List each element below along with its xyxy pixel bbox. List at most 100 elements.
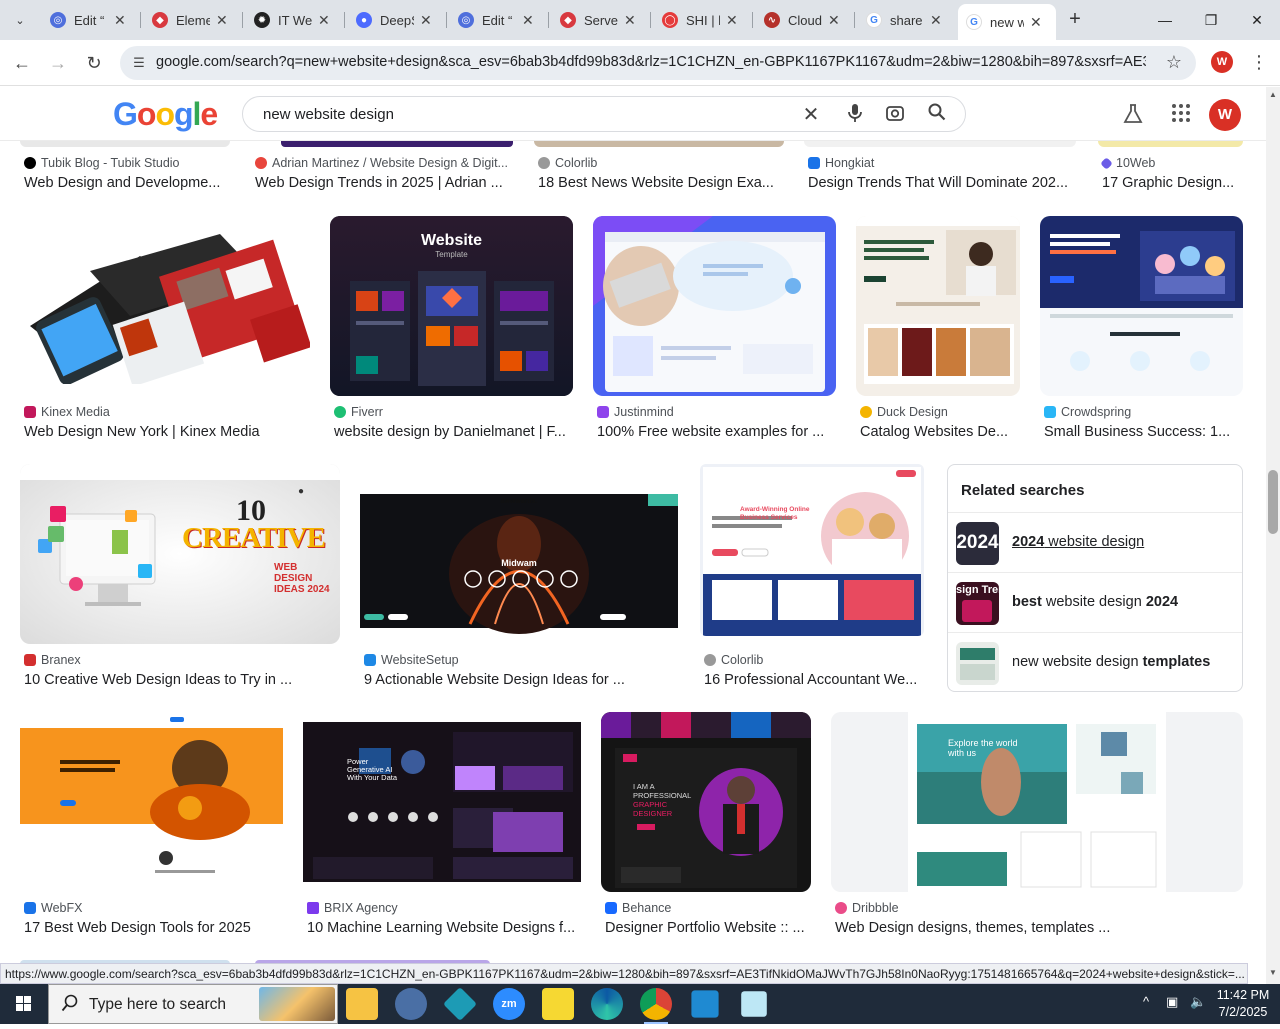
image-result[interactable]: Hongkiat Design Trends That Will Dominat… — [804, 141, 1076, 196]
image-result[interactable]: Website Template Fiverr website design b… — [330, 216, 573, 446]
result-title[interactable]: 18 Best News Website Design Exa... — [538, 175, 783, 191]
image-result[interactable]: Adrian Martinez / Website Design & Digit… — [251, 141, 513, 196]
clear-search-icon[interactable]: ✕ — [799, 103, 823, 127]
scrollbar-thumb[interactable] — [1268, 470, 1278, 534]
result-thumbnail[interactable]: 10 CREATIVE WEB DESIGN IDEAS 2024 ● — [20, 464, 340, 644]
notepad-icon[interactable] — [741, 991, 767, 1017]
tray-chevron-up-icon[interactable]: ^ — [1143, 994, 1149, 1009]
close-icon[interactable]: ✕ — [216, 12, 228, 29]
result-title[interactable]: Designer Portfolio Website :: ... — [605, 920, 810, 936]
app-diamond-icon[interactable] — [443, 987, 477, 1021]
site-info-icon[interactable]: ☰ — [130, 54, 148, 72]
result-thumbnail[interactable] — [1040, 216, 1243, 396]
file-explorer-icon[interactable] — [346, 988, 378, 1020]
result-title[interactable]: website design by Danielmanet | F... — [334, 424, 574, 440]
image-result[interactable]: Justinmind 100% Free website examples fo… — [593, 216, 836, 446]
result-thumbnail[interactable]: I AM A PROFESSIONAL GRAPHIC DESIGNER — [601, 712, 811, 892]
bookmark-star-icon[interactable]: ☆ — [1166, 52, 1182, 73]
apps-grid-icon[interactable] — [1169, 103, 1193, 127]
browser-profile-avatar[interactable]: W — [1211, 51, 1233, 73]
image-result[interactable]: I AM A PROFESSIONAL GRAPHIC DESIGNER Beha… — [601, 712, 811, 942]
image-result[interactable]: Crowdspring Small Business Success: 1... — [1040, 216, 1243, 446]
result-title[interactable]: Web Design Trends in 2025 | Adrian ... — [255, 175, 510, 191]
search-input[interactable]: new website design — [263, 106, 394, 123]
image-result[interactable]: Colorlib 18 Best News Website Design Exa… — [534, 141, 784, 196]
taskbar-search-box[interactable]: Type here to search — [48, 984, 338, 1024]
search-box[interactable]: new website design ✕ — [242, 96, 966, 132]
browser-tab[interactable]: ◆ Serve ✕ — [552, 6, 644, 34]
related-search-item[interactable]: new website design templates — [948, 632, 1242, 692]
image-result[interactable]: Tubik Blog - Tubik Studio Web Design and… — [20, 141, 230, 196]
chrome-icon[interactable] — [640, 988, 672, 1024]
page-scrollbar[interactable] — [1266, 87, 1280, 984]
browser-tab-active[interactable]: G new w ✕ — [958, 4, 1056, 40]
forward-button[interactable]: → — [45, 50, 71, 76]
address-bar[interactable]: ☰ google.com/search?q=new+website+design… — [120, 46, 1196, 80]
image-result[interactable]: Award-Winning Online Business Services C… — [700, 464, 924, 694]
browser-tab[interactable]: ✹ IT We ✕ — [246, 6, 338, 34]
lens-camera-icon[interactable] — [883, 103, 907, 127]
result-thumbnail[interactable] — [856, 216, 1020, 396]
sticky-notes-icon[interactable] — [542, 988, 574, 1020]
close-icon[interactable]: ✕ — [624, 12, 636, 29]
result-title[interactable]: Web Design New York | Kinex Media — [24, 424, 309, 440]
labs-flask-icon[interactable] — [1121, 103, 1145, 127]
result-thumbnail[interactable] — [20, 712, 283, 892]
image-result[interactable]: awwwards. Midwam WebsiteSetup 9 Actionab… — [360, 464, 678, 694]
related-search-item[interactable]: 2024 2024 website design — [948, 512, 1242, 572]
browser-menu-icon[interactable]: ⋮ — [1250, 52, 1268, 73]
result-title[interactable]: 10 Machine Learning Website Designs f... — [307, 920, 582, 936]
result-title[interactable]: Small Business Success: 1... — [1044, 424, 1244, 440]
edge-icon[interactable] — [591, 988, 623, 1020]
vscode-icon[interactable] — [691, 990, 719, 1018]
restore-button[interactable]: ❐ — [1196, 8, 1226, 32]
close-icon[interactable]: ✕ — [114, 12, 126, 29]
image-result[interactable]: 10Web 17 Graphic Design... — [1098, 141, 1243, 196]
result-title[interactable]: Catalog Websites De... — [860, 424, 1020, 440]
new-tab-button[interactable]: + — [1064, 8, 1086, 30]
volume-icon[interactable]: 🔈 — [1190, 994, 1206, 1010]
result-title[interactable]: 100% Free website examples for ... — [597, 424, 837, 440]
start-button[interactable] — [0, 984, 48, 1024]
close-icon[interactable]: ✕ — [726, 12, 738, 29]
result-title[interactable]: Web Design designs, themes, templates ..… — [835, 920, 1235, 936]
result-title[interactable]: 17 Graphic Design... — [1102, 175, 1242, 191]
image-result[interactable]: Kinex Media Web Design New York | Kinex … — [20, 216, 310, 446]
scroll-down-arrow-icon[interactable]: ▼ — [1268, 968, 1278, 977]
close-window-button[interactable]: ✕ — [1242, 8, 1272, 32]
image-result[interactable]: Power Generative AI With Your Data BRIX Ag… — [303, 712, 581, 942]
address-url[interactable]: google.com/search?q=new+website+design&s… — [156, 54, 1146, 70]
image-result[interactable]: Duck Design Catalog Websites De... — [856, 216, 1020, 446]
zoom-icon[interactable]: zm — [493, 988, 525, 1020]
account-avatar[interactable]: W — [1209, 99, 1241, 131]
close-icon[interactable]: ✕ — [318, 12, 330, 29]
tab-search-button[interactable]: ⌄ — [6, 6, 34, 34]
browser-tab[interactable]: ◆ Eleme ✕ — [144, 6, 236, 34]
browser-tab[interactable]: ∿ Cloud ✕ — [756, 6, 848, 34]
back-button[interactable]: ← — [9, 50, 35, 76]
result-title[interactable]: 16 Professional Accountant We... — [704, 672, 922, 688]
result-thumbnail[interactable]: Award-Winning Online Business Services — [700, 464, 924, 636]
result-thumbnail[interactable] — [20, 216, 310, 384]
close-icon[interactable]: ✕ — [1030, 14, 1042, 31]
scroll-up-arrow-icon[interactable]: ▲ — [1268, 90, 1278, 99]
minimize-button[interactable]: — — [1150, 8, 1180, 32]
result-title[interactable]: 9 Actionable Website Design Ideas for ..… — [364, 672, 674, 688]
close-icon[interactable]: ✕ — [828, 12, 840, 29]
image-result[interactable]: WebFX 17 Best Web Design Tools for 2025 — [20, 712, 283, 942]
result-thumbnail[interactable]: Explore the world with us — [831, 712, 1243, 892]
close-icon[interactable]: ✕ — [522, 12, 534, 29]
microphone-icon[interactable] — [843, 103, 867, 127]
taskbar-clock[interactable]: 11:42 PM 7/2/2025 — [1212, 987, 1274, 1021]
result-title[interactable]: 10 Creative Web Design Ideas to Try in .… — [24, 672, 334, 688]
result-thumbnail[interactable] — [593, 216, 836, 396]
result-title[interactable]: 17 Best Web Design Tools for 2025 — [24, 920, 284, 936]
image-result[interactable]: 10 CREATIVE WEB DESIGN IDEAS 2024 ● Bran… — [20, 464, 340, 694]
reload-button[interactable]: ↻ — [81, 50, 107, 76]
browser-tab[interactable]: ● DeepS ✕ — [348, 6, 440, 34]
network-icon[interactable]: ▣ — [1166, 994, 1178, 1010]
close-icon[interactable]: ✕ — [420, 12, 432, 29]
related-search-item[interactable]: sign Tren best website design 2024 — [948, 572, 1242, 632]
close-icon[interactable]: ✕ — [930, 12, 942, 29]
search-icon[interactable] — [925, 103, 949, 127]
